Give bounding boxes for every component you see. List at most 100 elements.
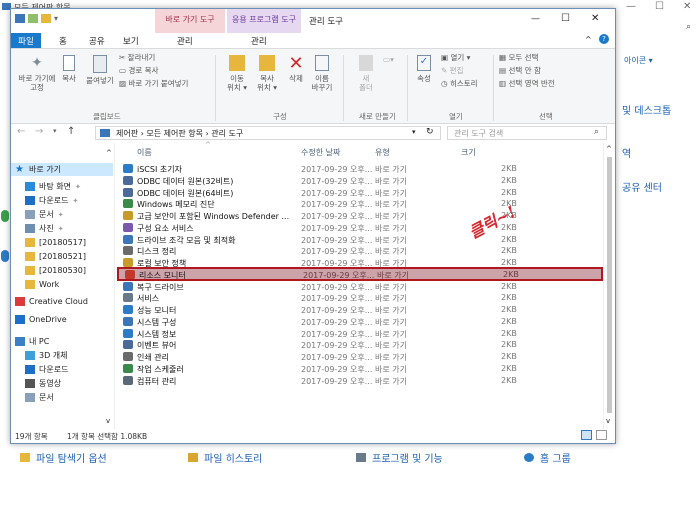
tab-manage-shortcut[interactable]: 관리 — [177, 35, 193, 47]
search-icon[interactable]: ⌕ — [594, 127, 599, 137]
bg-link-desktop[interactable]: 및 데스크톱 — [622, 102, 671, 117]
table-row[interactable]: 구성 요소 서비스 2017-09-29 오후... 바로 가기 2KB — [117, 222, 603, 234]
tab-share[interactable]: 공유 — [89, 35, 105, 47]
table-row[interactable]: 시스템 정보 2017-09-29 오후... 바로 가기 2KB — [117, 328, 603, 340]
table-row[interactable]: 이벤트 뷰어 2017-09-29 오후... 바로 가기 2KB — [117, 339, 603, 351]
nav-scroll-down-icon[interactable]: v — [106, 417, 110, 425]
copy-button[interactable]: 복사 — [59, 55, 79, 83]
large-icons-view-icon[interactable] — [596, 430, 607, 440]
details-view-icon[interactable] — [581, 430, 592, 440]
nav-item[interactable]: Work — [11, 278, 113, 291]
nav-item[interactable]: ★ 바로 가기 — [11, 163, 113, 176]
table-row[interactable]: iSCSI 초기자 2017-09-29 오후... 바로 가기 2KB — [117, 163, 603, 175]
column-type[interactable]: 유형 — [375, 147, 390, 158]
table-row[interactable]: ODBC 데이터 원본(32비트) 2017-09-29 오후... 바로 가기 2K… — [117, 175, 603, 187]
nav-item[interactable]: 문서 ✦ — [11, 208, 113, 221]
recent-locations-icon[interactable]: ▾ — [53, 127, 57, 135]
table-row[interactable]: 시스템 구성 2017-09-29 오후... 바로 가기 2KB — [117, 316, 603, 328]
copy-path-button[interactable]: ▭ 경로 복사 — [119, 66, 158, 75]
table-row-selected[interactable]: 리소스 모니터 2017-09-29 오후... 바로 가기 2KB — [117, 267, 603, 282]
table-row[interactable]: 성능 모니터 2017-09-29 오후... 바로 가기 2KB — [117, 304, 603, 316]
table-row[interactable]: Windows 메모리 진단 2017-09-29 오후... 바로 가기 2KB — [117, 198, 603, 210]
move-to-button[interactable]: 이동 위치 ▾ — [223, 55, 251, 92]
pin-icon[interactable]: ✦ — [58, 225, 64, 233]
nav-item[interactable]: Creative Cloud — [11, 295, 113, 308]
open-button[interactable]: ▣ 열기 ▾ — [441, 53, 470, 62]
nav-item[interactable]: OneDrive — [11, 313, 113, 326]
new-folder-qat-icon[interactable] — [41, 14, 51, 23]
quick-access-toolbar[interactable]: ▾ — [15, 14, 58, 23]
address-dropdown-icon[interactable]: ▾ — [412, 128, 416, 136]
table-row[interactable]: 디스크 정리 2017-09-29 오후... 바로 가기 2KB — [117, 245, 603, 257]
search-input[interactable]: 관리 도구 검색 ⌕ — [447, 126, 607, 140]
column-size[interactable]: 크기 — [461, 147, 476, 158]
new-folder-button[interactable]: 새 폴더 — [353, 55, 379, 92]
nav-item[interactable]: 동영상 — [11, 377, 113, 390]
homegroup-item[interactable]: 홈 그룹 — [524, 450, 571, 465]
bg-minimize-button[interactable]: — — [626, 1, 636, 12]
column-date[interactable]: 수정한 날짜 — [301, 147, 340, 158]
tab-manage-app[interactable]: 관리 — [251, 35, 267, 47]
close-button[interactable]: ✕ — [591, 13, 599, 24]
invert-selection-button[interactable]: ▥ 선택 영역 반전 — [499, 79, 555, 88]
scroll-down-icon[interactable]: v — [606, 417, 610, 425]
bg-search-icon[interactable]: ⌕ — [686, 22, 691, 32]
back-arrow-icon[interactable]: ← — [17, 126, 25, 137]
select-none-button[interactable]: ▤ 선택 안 함 — [499, 66, 541, 75]
qat-dropdown-icon[interactable]: ▾ — [54, 14, 58, 23]
forward-arrow-icon[interactable]: → — [35, 126, 43, 137]
nav-item[interactable]: [20180530] — [11, 264, 113, 277]
scroll-thumb[interactable] — [607, 157, 612, 413]
tab-home[interactable]: 홈 — [59, 35, 67, 47]
table-row[interactable]: 인쇄 관리 2017-09-29 오후... 바로 가기 2KB — [117, 351, 603, 363]
nav-item[interactable]: 다운로드 — [11, 363, 113, 376]
table-row[interactable]: 복구 드라이브 2017-09-29 오후... 바로 가기 2KB — [117, 281, 603, 293]
nav-scroll-up-icon[interactable]: ^ — [106, 149, 112, 157]
history-button[interactable]: ◷ 히스토리 — [441, 79, 478, 88]
tab-file[interactable]: 파일 — [11, 33, 41, 48]
pin-icon[interactable]: ✦ — [75, 183, 81, 191]
scroll-up-icon[interactable]: ^ — [606, 145, 612, 153]
delete-button[interactable]: ✕ 삭제 — [285, 55, 307, 84]
bg-close-button[interactable]: ✕ — [683, 1, 691, 12]
paste-button[interactable]: 붙여넣기 — [81, 55, 119, 85]
programs-features-item[interactable]: 프로그램 및 기능 — [356, 450, 443, 465]
nav-item[interactable]: 3D 개체 — [11, 349, 113, 362]
table-row[interactable]: 드라이브 조각 모음 및 최적화 2017-09-29 오후... 바로 가기 2KB — [117, 234, 603, 246]
new-item-icon[interactable]: ▭▾ — [383, 55, 394, 64]
file-history-item[interactable]: 파일 히스토리 — [188, 450, 262, 465]
vertical-scrollbar[interactable]: ^ v — [603, 143, 614, 429]
refresh-icon[interactable]: ↻ — [426, 127, 434, 137]
nav-item[interactable]: [20180521] — [11, 250, 113, 263]
table-row[interactable]: 작업 스케줄러 2017-09-29 오후... 바로 가기 2KB — [117, 363, 603, 375]
bg-link-icons[interactable]: 아이콘 ▾ — [624, 55, 653, 66]
pin-icon[interactable]: ✦ — [72, 197, 78, 205]
bg-link-region[interactable]: 역 — [622, 145, 631, 160]
help-icon[interactable]: ? — [599, 34, 609, 44]
maximize-button[interactable]: ☐ — [561, 13, 570, 24]
up-arrow-icon[interactable]: ↑ — [67, 126, 75, 137]
select-all-button[interactable]: ▦ 모두 선택 — [499, 53, 538, 62]
properties-button[interactable]: ✓ 속성 — [413, 55, 435, 83]
table-row[interactable]: ODBC 데이터 원본(64비트) 2017-09-29 오후... 바로 가기 2K… — [117, 187, 603, 199]
nav-item[interactable]: 사진 ✦ — [11, 222, 113, 235]
nav-item[interactable]: [20180517] — [11, 236, 113, 249]
pin-quick-access-button[interactable]: ✦ 바로 가기에 고정 — [15, 55, 59, 92]
nav-item[interactable]: 내 PC — [11, 335, 113, 348]
bg-maximize-button[interactable]: ☐ — [655, 1, 664, 12]
properties-qat-icon[interactable] — [28, 14, 38, 23]
table-row[interactable]: 컴퓨터 관리 2017-09-29 오후... 바로 가기 2KB — [117, 375, 603, 387]
edit-button[interactable]: ✎ 편집 — [441, 66, 463, 75]
minimize-button[interactable]: — — [531, 14, 540, 24]
bg-link-sharing-center[interactable]: 공유 센터 — [622, 179, 662, 194]
address-bar[interactable]: 제어판 › 모든 제어판 항목 › 관리 도구 ▾ ↻ — [95, 126, 441, 140]
nav-item[interactable]: 문서 — [11, 391, 113, 404]
tab-view[interactable]: 보기 — [123, 35, 139, 47]
table-row[interactable]: 서비스 2017-09-29 오후... 바로 가기 2KB — [117, 292, 603, 304]
file-explorer-options-item[interactable]: 파일 탐색기 옵션 — [20, 450, 107, 465]
cut-button[interactable]: ✂ 잘라내기 — [119, 53, 155, 62]
pin-icon[interactable]: ✦ — [58, 211, 64, 219]
paste-shortcut-button[interactable]: ▨ 바로 가기 붙여넣기 — [119, 79, 188, 88]
table-row[interactable]: 고급 보안이 포함된 Windows Defender ... 2017-09-2… — [117, 210, 603, 222]
ribbon-collapse-icon[interactable]: ^ — [585, 35, 592, 44]
